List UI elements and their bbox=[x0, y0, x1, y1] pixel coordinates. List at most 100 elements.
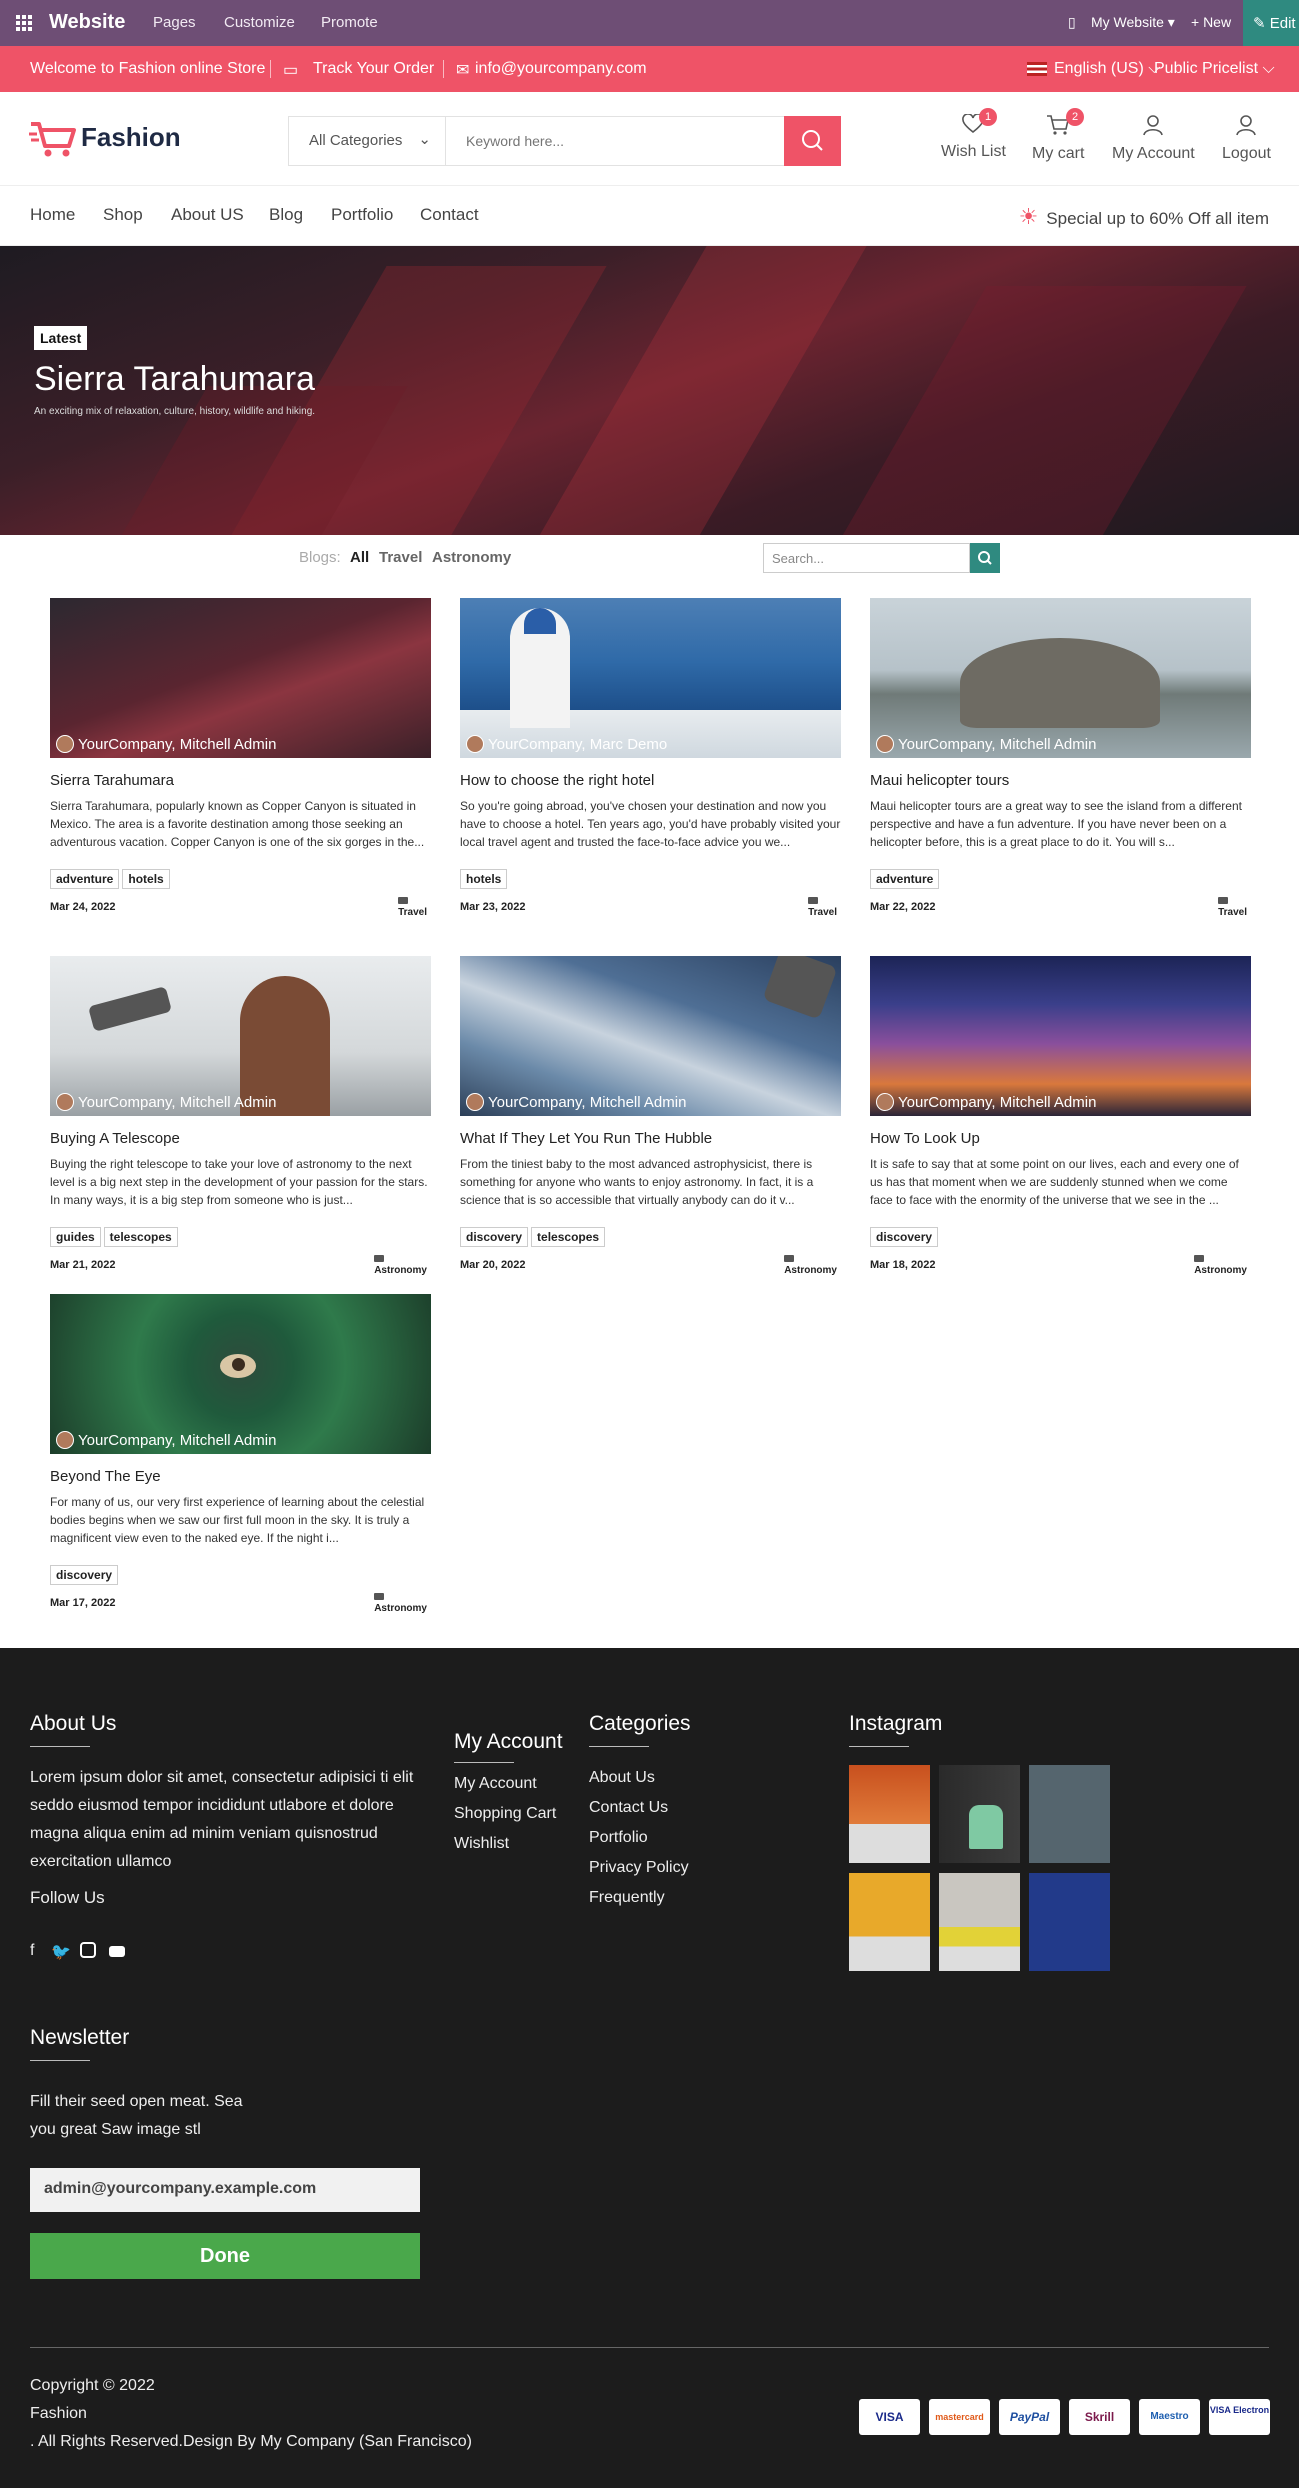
post-title[interactable]: How to choose the right hotel bbox=[460, 772, 841, 789]
my-account-button[interactable]: My Account bbox=[1112, 114, 1195, 163]
cart-button[interactable]: 2 My cart bbox=[1032, 108, 1085, 163]
footer-link-shopping-cart[interactable]: Shopping Cart bbox=[454, 1805, 556, 1823]
search-button[interactable] bbox=[784, 116, 841, 166]
mobile-icon[interactable]: ▯ bbox=[1068, 14, 1076, 31]
filter-all[interactable]: All bbox=[350, 549, 369, 566]
blog-card[interactable]: YourCompany, Mitchell Admin Beyond The E… bbox=[50, 1294, 431, 1627]
post-image[interactable]: YourCompany, Mitchell Admin bbox=[460, 956, 841, 1116]
folder-icon bbox=[1218, 897, 1229, 904]
blog-search-button[interactable] bbox=[970, 543, 1000, 573]
post-blog[interactable]: Travel bbox=[808, 897, 837, 918]
post-tag[interactable]: telescopes bbox=[103, 1227, 178, 1247]
post-title[interactable]: Sierra Tarahumara bbox=[50, 772, 431, 789]
footer-link-my-account[interactable]: My Account bbox=[454, 1775, 537, 1793]
instagram-icon[interactable] bbox=[80, 1942, 96, 1958]
site-logo[interactable]: Fashion bbox=[29, 120, 181, 163]
blog-card[interactable]: YourCompany, Mitchell Admin What If They… bbox=[460, 956, 841, 1289]
special-offer-text: Special up to 60% Off all item bbox=[1046, 209, 1269, 228]
edit-button[interactable]: ✎ Edit bbox=[1243, 0, 1299, 46]
post-title[interactable]: What If They Let You Run The Hubble bbox=[460, 1130, 841, 1147]
nav-shop[interactable]: Shop bbox=[103, 205, 143, 225]
keyword-input[interactable] bbox=[454, 118, 774, 164]
hero-banner[interactable]: Latest Sierra Tarahumara An exciting mix… bbox=[0, 246, 1299, 535]
post-title[interactable]: Beyond The Eye bbox=[50, 1468, 431, 1485]
footer-link-frequently[interactable]: Frequently bbox=[589, 1889, 665, 1907]
instagram-photo[interactable] bbox=[849, 1873, 930, 1971]
post-blog[interactable]: Astronomy bbox=[374, 1593, 427, 1614]
instagram-photo[interactable] bbox=[939, 1765, 1020, 1863]
blog-card[interactable]: YourCompany, Mitchell Admin Maui helicop… bbox=[870, 598, 1251, 931]
facebook-icon[interactable]: f bbox=[30, 1942, 34, 1960]
chevron-down-icon: ⌄ bbox=[418, 131, 431, 148]
apps-grid-icon[interactable] bbox=[16, 15, 32, 31]
twitter-icon[interactable]: 🐦 bbox=[51, 1942, 71, 1962]
blog-card[interactable]: YourCompany, Marc Demo How to choose the… bbox=[460, 598, 841, 931]
my-website-dropdown[interactable]: My Website ▾ bbox=[1091, 14, 1175, 31]
post-title[interactable]: How To Look Up bbox=[870, 1130, 1251, 1147]
newsletter-done-button[interactable]: Done bbox=[30, 2233, 420, 2279]
post-tag[interactable]: adventure bbox=[50, 869, 120, 889]
post-blog[interactable]: Travel bbox=[1218, 897, 1247, 918]
post-tag[interactable]: hotels bbox=[460, 869, 508, 889]
nav-about[interactable]: About US bbox=[171, 205, 244, 225]
footer-link-about-us[interactable]: About Us bbox=[589, 1769, 655, 1787]
post-title[interactable]: Buying A Telescope bbox=[50, 1130, 431, 1147]
instagram-photo[interactable] bbox=[1029, 1765, 1110, 1863]
wishlist-label: Wish List bbox=[941, 143, 1006, 160]
admin-menu-promote[interactable]: Promote bbox=[321, 14, 378, 31]
admin-brand[interactable]: Website bbox=[49, 11, 125, 34]
footer-link-contact-us[interactable]: Contact Us bbox=[589, 1799, 668, 1817]
category-select[interactable]: All Categories ⌄ bbox=[289, 117, 446, 165]
post-image[interactable]: YourCompany, Mitchell Admin bbox=[870, 956, 1251, 1116]
pricelist-selector[interactable]: Public Pricelist ⌵ bbox=[1154, 60, 1275, 78]
footer-link-privacy-policy[interactable]: Privacy Policy bbox=[589, 1859, 689, 1877]
post-blog[interactable]: Travel bbox=[398, 897, 427, 918]
blog-card[interactable]: YourCompany, Mitchell Admin Buying A Tel… bbox=[50, 956, 431, 1289]
instagram-photo[interactable] bbox=[849, 1765, 930, 1863]
filter-astronomy[interactable]: Astronomy bbox=[432, 549, 511, 566]
filter-travel[interactable]: Travel bbox=[379, 549, 422, 566]
nav-blog[interactable]: Blog bbox=[269, 205, 303, 225]
post-title[interactable]: Maui helicopter tours bbox=[870, 772, 1251, 789]
newsletter-email-input[interactable]: admin@yourcompany.example.com bbox=[30, 2168, 420, 2212]
post-tag[interactable]: discovery bbox=[870, 1227, 939, 1247]
footer-link-portfolio[interactable]: Portfolio bbox=[589, 1829, 648, 1847]
post-image[interactable]: YourCompany, Mitchell Admin bbox=[50, 956, 431, 1116]
maestro-icon: Maestro bbox=[1139, 2399, 1200, 2435]
admin-menu-customize[interactable]: Customize bbox=[224, 14, 295, 31]
nav-home[interactable]: Home bbox=[30, 205, 75, 225]
post-blog-name: Travel bbox=[398, 907, 427, 918]
post-blog[interactable]: Astronomy bbox=[784, 1255, 837, 1276]
youtube-icon[interactable] bbox=[109, 1946, 125, 1957]
post-image[interactable]: YourCompany, Mitchell Admin bbox=[50, 1294, 431, 1454]
language-selector[interactable]: English (US) ⌵ bbox=[1054, 60, 1160, 78]
admin-menu-pages[interactable]: Pages bbox=[153, 14, 196, 31]
nav-portfolio[interactable]: Portfolio bbox=[331, 205, 393, 225]
post-tag[interactable]: discovery bbox=[460, 1227, 529, 1247]
instagram-photo[interactable] bbox=[1029, 1873, 1110, 1971]
logout-button[interactable]: Logout bbox=[1222, 114, 1271, 163]
new-button[interactable]: + New bbox=[1191, 14, 1231, 30]
post-image[interactable]: YourCompany, Marc Demo bbox=[460, 598, 841, 758]
cart-label: My cart bbox=[1032, 145, 1085, 162]
nav-contact[interactable]: Contact bbox=[420, 205, 479, 225]
post-image[interactable]: YourCompany, Mitchell Admin bbox=[50, 598, 431, 758]
wishlist-button[interactable]: 1 Wish List bbox=[941, 108, 1006, 161]
blog-card[interactable]: YourCompany, Mitchell Admin Sierra Tarah… bbox=[50, 598, 431, 931]
blog-card[interactable]: YourCompany, Mitchell Admin How To Look … bbox=[870, 956, 1251, 1289]
post-blog[interactable]: Astronomy bbox=[1194, 1255, 1247, 1276]
instagram-title: Instagram bbox=[849, 1712, 943, 1735]
post-image[interactable]: YourCompany, Mitchell Admin bbox=[870, 598, 1251, 758]
post-tag[interactable]: discovery bbox=[50, 1565, 119, 1585]
visa-icon: VISA bbox=[859, 2399, 920, 2435]
blog-search-input[interactable]: Search... bbox=[763, 543, 970, 573]
post-blog[interactable]: Astronomy bbox=[374, 1255, 427, 1276]
footer-link-wishlist[interactable]: Wishlist bbox=[454, 1835, 509, 1853]
post-tag[interactable]: telescopes bbox=[531, 1227, 606, 1247]
contact-email-link[interactable]: info@yourcompany.com bbox=[475, 60, 647, 78]
post-tag[interactable]: hotels bbox=[122, 869, 170, 889]
post-tag[interactable]: guides bbox=[50, 1227, 101, 1247]
post-tag[interactable]: adventure bbox=[870, 869, 940, 889]
instagram-photo[interactable] bbox=[939, 1873, 1020, 1971]
track-order-link[interactable]: Track Your Order bbox=[313, 60, 434, 78]
